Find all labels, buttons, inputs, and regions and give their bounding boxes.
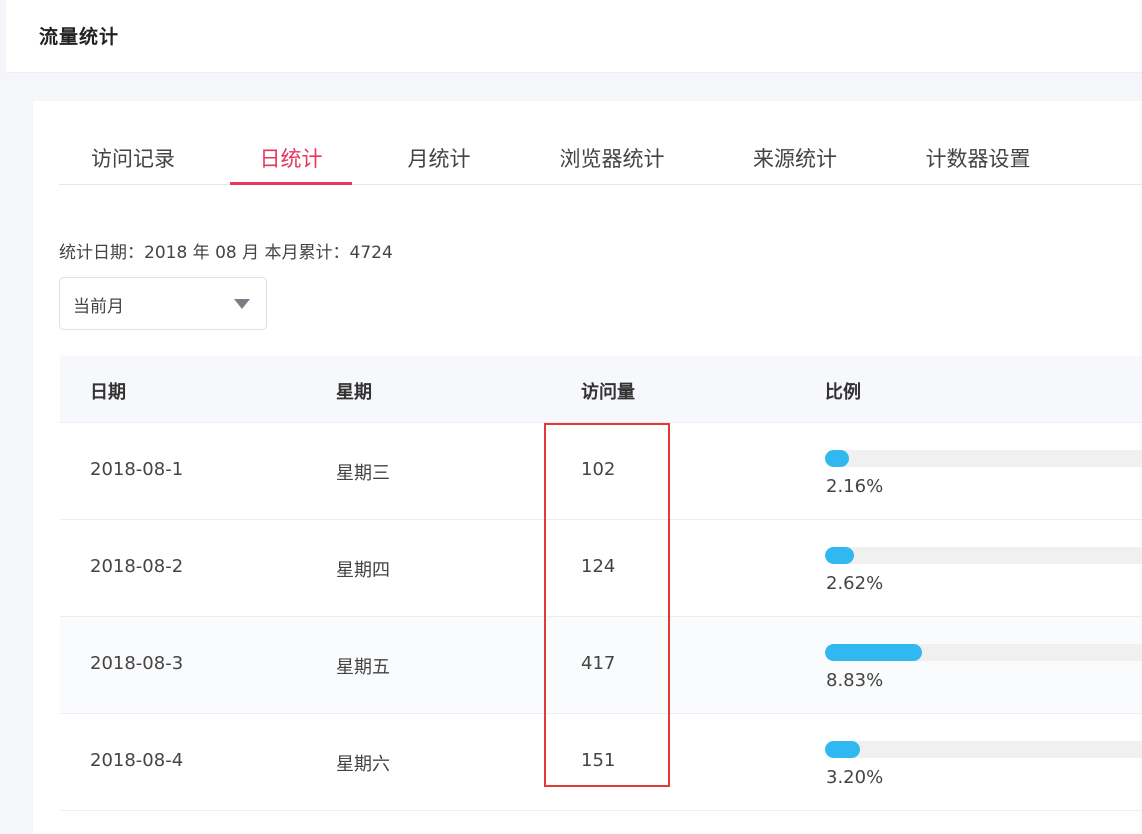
month-select[interactable]: 当前月 [59, 277, 267, 330]
cell-weekday: 星期六 [336, 754, 390, 775]
ratio-bar-track [825, 547, 1142, 564]
cell-date: 2018-08-4 [90, 750, 184, 771]
cell-ratio-label: 3.20% [826, 767, 884, 788]
ratio-bar-track [825, 450, 1142, 467]
cell-date: 2018-08-1 [90, 459, 184, 480]
cell-visits: 417 [581, 653, 616, 674]
ratio-bar-track [825, 644, 1142, 661]
content-card: 访问记录 日统计 月统计 浏览器统计 来源统计 计数器设置 统计日期：2018 … [33, 101, 1142, 834]
table-row: 2018-08-3 星期五 417 8.83% [60, 617, 1142, 714]
cell-date: 2018-08-3 [90, 653, 184, 674]
tab-daily-stats[interactable]: 日统计 [230, 143, 352, 185]
cell-weekday: 星期四 [336, 560, 390, 581]
cell-visits: 151 [581, 750, 616, 771]
cell-visits: 124 [581, 556, 616, 577]
tab-source-stats[interactable]: 来源统计 [747, 143, 843, 185]
table-row: 2018-08-4 星期六 151 3.20% [60, 714, 1142, 811]
month-select-value: 当前月 [73, 297, 124, 317]
stats-summary: 统计日期：2018 年 08 月 本月累计：4724 [59, 243, 393, 263]
tab-counter-settings[interactable]: 计数器设置 [919, 143, 1037, 185]
table-row: 2018-08-2 星期四 124 2.62% [60, 520, 1142, 617]
tab-visit-records[interactable]: 访问记录 [87, 143, 179, 185]
ratio-bar-track [825, 741, 1142, 758]
tab-browser-stats[interactable]: 浏览器统计 [553, 143, 671, 185]
page-title: 流量统计 [39, 26, 120, 48]
cell-weekday: 星期三 [336, 463, 390, 484]
header-date: 日期 [90, 382, 126, 403]
header-visits: 访问量 [581, 382, 635, 403]
daily-stats-table: 日期 星期 访问量 比例 2018-08-1 星期三 102 2.16% 201… [60, 356, 1142, 811]
cell-date: 2018-08-2 [90, 556, 184, 577]
cell-weekday: 星期五 [336, 657, 390, 678]
cell-visits: 102 [581, 459, 616, 480]
ratio-bar-fill [825, 450, 849, 467]
page-header: 流量统计 [6, 0, 1142, 73]
table-header: 日期 星期 访问量 比例 [60, 356, 1142, 423]
ratio-bar-fill [825, 644, 923, 661]
cell-ratio-label: 2.62% [826, 573, 884, 594]
cell-ratio-label: 8.83% [826, 670, 884, 691]
header-weekday: 星期 [336, 382, 372, 403]
tab-monthly-stats[interactable]: 月统计 [403, 143, 475, 185]
caret-down-icon [234, 299, 250, 309]
ratio-bar-fill [825, 547, 854, 564]
ratio-bar-fill [825, 741, 861, 758]
table-row: 2018-08-1 星期三 102 2.16% [60, 423, 1142, 520]
cell-ratio-label: 2.16% [826, 476, 884, 497]
tab-bar: 访问记录 日统计 月统计 浏览器统计 来源统计 计数器设置 [59, 137, 1142, 185]
header-ratio: 比例 [825, 382, 861, 403]
